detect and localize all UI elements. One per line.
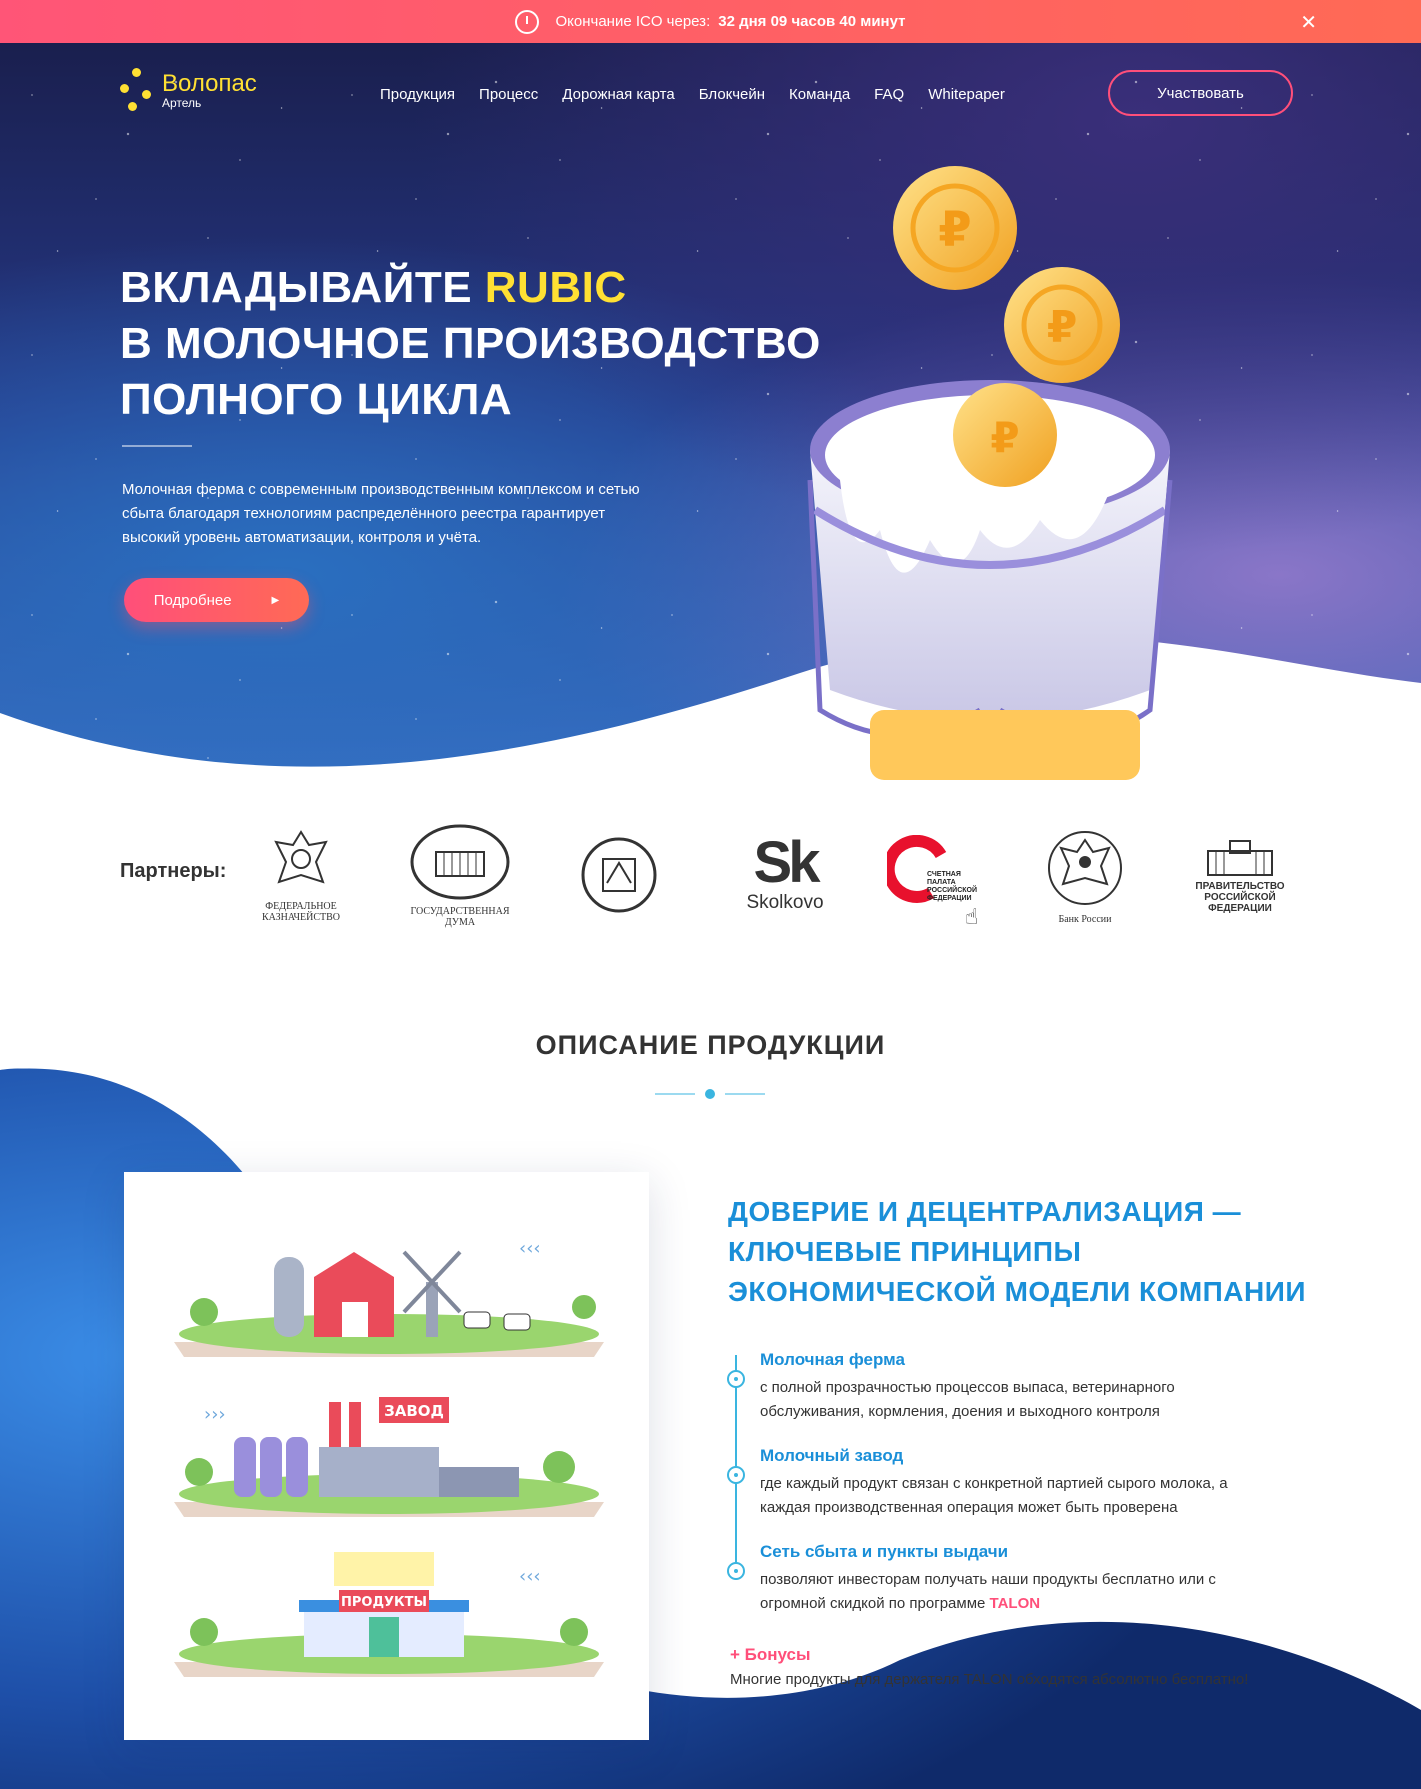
clock-icon: [515, 9, 540, 34]
countdown-label: Окончание ICO через:: [555, 13, 711, 30]
partner-caption: Банк России: [1058, 913, 1112, 925]
partner-logo-skolkovo[interactable]: Sk Skolkovo: [730, 820, 840, 930]
partner-logo-treasury[interactable]: ФЕДЕРАЛЬНОЕ КАЗНАЧЕЙСТВО: [246, 820, 356, 930]
logo-constellation-icon: [120, 68, 154, 114]
timeline-item-text: позволяют инвесторам получать наши проду…: [760, 1571, 1216, 1612]
hero-title: ВКЛАДЫВАЙТЕ RUBIC В МОЛОЧНОЕ ПРОИЗВОДСТВ…: [120, 263, 821, 424]
talon-highlight: TALON: [989, 1595, 1041, 1612]
timeline-item-text: с полной прозрачностью процессов выпаса,…: [760, 1379, 1175, 1420]
svg-text:₽: ₽: [1047, 302, 1078, 353]
central-bank-eagle-icon: [1048, 830, 1122, 905]
hand-cursor-icon: ☝: [965, 904, 979, 929]
partners-label: Партнеры:: [120, 860, 227, 882]
timeline-item-distribution: Сеть сбыта и пункты выдачи позволяют инв…: [760, 1542, 1280, 1616]
ico-countdown-bar: Окончание ICO через: 32 дня 09 часов 40 …: [0, 0, 1421, 43]
more-button-label: Подробнее: [153, 591, 232, 609]
timeline-item-title: Молочная ферма: [760, 1350, 905, 1369]
bonus-block: + Бонусы Многие продукты для держателя T…: [730, 1645, 1330, 1688]
arrows-left-icon: ‹‹‹: [519, 1566, 541, 1587]
coin-icon: ₽: [1004, 267, 1120, 383]
factory-sign: ЗАВОД: [384, 1402, 444, 1420]
government-building-icon: [1207, 839, 1273, 876]
main-nav: Продукция Процесс Дорожная карта Блокчей…: [380, 86, 1005, 103]
partner-logo-government[interactable]: ПРАВИТЕЛЬСТВО РОССИЙСКОЙ ФЕДЕРАЦИИ: [1185, 820, 1295, 930]
partner-caption: СЧЕТНАЯ ПАЛАТА РОССИЙСКОЙ ФЕДЕРАЦИИ: [927, 871, 977, 902]
nav-item-whitepaper[interactable]: Whitepaper: [928, 86, 1005, 103]
factory-scene: ЗАВОД ›››: [174, 1397, 604, 1517]
timeline-dot-icon: [727, 1562, 745, 1580]
timeline-dot-icon: [727, 1466, 745, 1484]
barn-icon: [314, 1252, 394, 1337]
products-illustration-card: ‹‹‹ ЗАВОД ››› ПРОДУКТЫ ‹‹‹: [124, 1172, 649, 1740]
skolkovo-mark: Sk: [753, 830, 821, 895]
timeline-dot-icon: [727, 1370, 745, 1388]
audit-chamber-icon: СЧЕТНАЯ ПАЛАТА РОССИЙСКОЙ ФЕДЕРАЦИИ: [887, 835, 977, 903]
svg-text:₽: ₽: [938, 202, 971, 258]
tanks-icon: [234, 1437, 308, 1497]
section-divider: [655, 1089, 765, 1099]
partner-logo-audit-chamber[interactable]: СЧЕТНАЯ ПАЛАТА РОССИЙСКОЙ ФЕДЕРАЦИИ ☝: [887, 820, 997, 930]
timeline-item-text: где каждый продукт связан с конкретной п…: [760, 1475, 1228, 1516]
countdown-value: 32 дня 09 часов 40 минут: [718, 13, 906, 30]
partners-row: Партнеры: ФЕДЕРАЛЬНОЕ КАЗНАЧЕЙСТВО ГОСУД…: [0, 820, 1421, 930]
coin-icon: ₽: [953, 383, 1057, 487]
bonus-title: + Бонусы: [730, 1645, 811, 1664]
milk-bucket-coins-illustration: ₽ ₽ ₽: [807, 166, 1173, 780]
partner-caption: ПРАВИТЕЛЬСТВО РОССИЙСКОЙ ФЕДЕРАЦИИ: [1195, 880, 1285, 914]
arrows-right-icon: ›››: [204, 1404, 226, 1425]
more-button[interactable]: Подробнее ▶: [124, 578, 309, 622]
logo-name: Волопас: [162, 70, 257, 97]
nav-item-roadmap[interactable]: Дорожная карта: [562, 86, 674, 103]
coin-icon: ₽: [893, 166, 1017, 290]
arrows-left-icon: ‹‹‹: [519, 1238, 541, 1259]
partner-logo-duma[interactable]: ГОСУДАРСТВЕННАЯ ДУМА: [405, 820, 515, 930]
play-arrow-icon: ▶: [271, 594, 280, 606]
partner-logo-emblem[interactable]: [564, 820, 674, 930]
svg-text:₽: ₽: [990, 413, 1019, 462]
close-icon[interactable]: ✕: [1300, 10, 1317, 35]
nav-item-process[interactable]: Процесс: [479, 86, 538, 103]
partner-caption: Skolkovo: [746, 892, 824, 913]
partner-logo-central-bank[interactable]: Банк России: [1030, 820, 1140, 930]
duma-building-icon: [410, 824, 510, 900]
farm-scene: ‹‹‹: [174, 1238, 604, 1357]
hero-divider: [122, 445, 192, 447]
partner-caption: ФЕДЕРАЛЬНОЕ КАЗНАЧЕЙСТВО: [261, 901, 341, 923]
section-title: ОПИСАНИЕ ПРОДУКЦИИ: [535, 1030, 886, 1060]
nav-item-team[interactable]: Команда: [789, 86, 850, 103]
hero-description: Молочная ферма с современным производств…: [122, 481, 640, 546]
eagle-emblem-icon: [274, 830, 328, 884]
shop-sign: ПРОДУКТЫ: [341, 1595, 427, 1610]
timeline-item-title: Молочный завод: [760, 1446, 904, 1465]
rubic-accent: RUBIC: [484, 263, 627, 312]
shop-scene: ПРОДУКТЫ ‹‹‹: [174, 1552, 604, 1677]
logo-subtitle: Артель: [162, 96, 202, 110]
wreath-emblem-icon: [581, 837, 657, 913]
timeline-item-farm: Молочная ферма с полной прозрачностью пр…: [760, 1350, 1280, 1424]
info-title: ДОВЕРИЕ И ДЕЦЕНТРАЛИЗАЦИЯ — КЛЮЧЕВЫЕ ПРИ…: [728, 1196, 1306, 1307]
silo-icon: [274, 1257, 304, 1337]
nav-item-products[interactable]: Продукция: [380, 86, 455, 103]
participate-button[interactable]: Участвовать: [1108, 70, 1293, 116]
logo[interactable]: Волопас Артель: [120, 68, 257, 114]
timeline-item-title: Сеть сбыта и пункты выдачи: [760, 1542, 1009, 1561]
bonus-text: Многие продукты для держателя TALON обхо…: [730, 1671, 1249, 1688]
nav-item-blockchain[interactable]: Блокчейн: [699, 86, 765, 103]
partner-caption: ГОСУДАРСТВЕННАЯ ДУМА: [410, 906, 510, 928]
timeline-item-plant: Молочный завод где каждый продукт связан…: [760, 1446, 1280, 1520]
nav-item-faq[interactable]: FAQ: [874, 86, 904, 103]
